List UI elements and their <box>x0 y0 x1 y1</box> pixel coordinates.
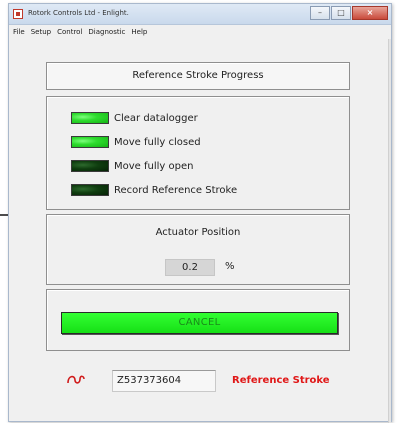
step-move-fully-open: Move fully open <box>71 159 193 173</box>
rotork-logo-icon <box>66 370 86 384</box>
menu-help[interactable]: Help <box>131 25 147 39</box>
actuator-position-panel: Actuator Position 0.2 % <box>46 214 350 285</box>
progress-title: Reference Stroke Progress <box>132 70 264 81</box>
menu-control[interactable]: Control <box>57 25 82 39</box>
window-controls: – □ × <box>310 6 388 20</box>
actuator-position-unit: % <box>225 261 235 272</box>
mode-status-text: Reference Stroke <box>232 375 330 386</box>
title-bar: Rotork Controls Ltd - Enlight. – □ × <box>9 4 391 25</box>
step-label: Move fully open <box>114 160 194 172</box>
minimize-button[interactable]: – <box>310 6 330 20</box>
menu-file[interactable]: File <box>13 25 25 39</box>
actuator-position-title: Actuator Position <box>155 227 241 238</box>
step-move-fully-closed: Move fully closed <box>71 135 201 149</box>
close-button[interactable]: × <box>352 6 388 20</box>
step-indicator-led <box>71 136 109 148</box>
menu-diagnostic[interactable]: Diagnostic <box>88 25 125 39</box>
step-indicator-led <box>71 160 109 172</box>
step-record-reference-stroke: Record Reference Stroke <box>71 183 237 197</box>
menu-bar: File Setup Control Diagnostic Help <box>9 25 391 39</box>
progress-title-panel: Reference Stroke Progress <box>46 62 350 90</box>
step-indicator-led <box>71 184 109 196</box>
cancel-button[interactable]: CANCEL <box>61 312 338 334</box>
actuator-position-value: 0.2 <box>165 259 215 276</box>
cancel-panel: CANCEL <box>46 289 350 351</box>
step-label: Clear datalogger <box>114 112 198 124</box>
maximize-button[interactable]: □ <box>331 6 351 20</box>
app-icon <box>13 9 23 19</box>
menu-setup[interactable]: Setup <box>31 25 51 39</box>
serial-number-field: Z537373604 <box>112 370 216 392</box>
step-label: Move fully closed <box>114 136 201 148</box>
step-clear-datalogger: Clear datalogger <box>71 111 198 125</box>
step-indicator-led <box>71 112 109 124</box>
step-label: Record Reference Stroke <box>114 184 238 196</box>
window-title: Rotork Controls Ltd - Enlight. <box>28 9 129 17</box>
window-edge <box>388 39 391 423</box>
progress-steps-panel: Clear datalogger Move fully closed Move … <box>46 96 350 210</box>
